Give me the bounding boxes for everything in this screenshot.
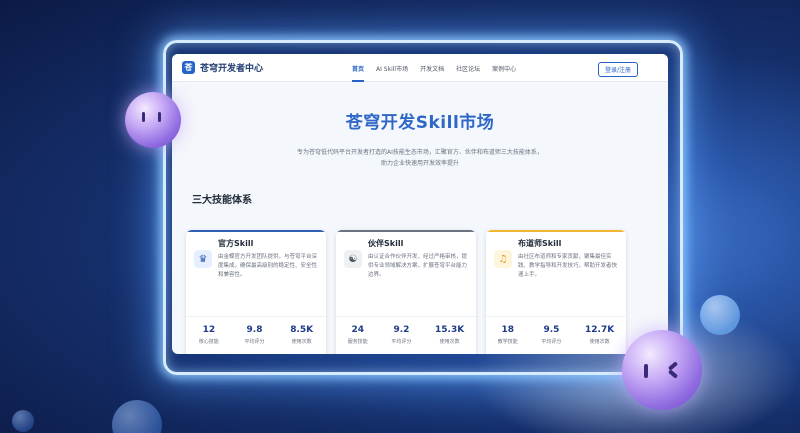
stat-value: 18 <box>501 325 515 335</box>
stat-item: 9.2 平均评分 <box>391 325 411 345</box>
card-title: 布道师Skill <box>518 239 562 248</box>
stat-label: 服务技能 <box>347 339 368 345</box>
mascot-right <box>622 330 702 410</box>
stat-label: 平均评分 <box>244 339 265 345</box>
stat-label: 平均评分 <box>541 339 562 345</box>
nav-link-forum[interactable]: 社区论坛 <box>456 64 480 73</box>
stat-value: 12.7K <box>585 325 615 335</box>
stat-item: 9.8 平均评分 <box>245 325 265 345</box>
mascot-eye <box>142 112 145 122</box>
nav-link-home[interactable]: 首页 <box>352 64 365 82</box>
card-title: 官方Skill <box>218 239 254 248</box>
megaphone-icon: ♫ <box>494 250 512 268</box>
stat-label: 使用次数 <box>291 339 312 345</box>
stat-value: 9.8 <box>246 325 263 335</box>
stat-item: 9.5 平均评分 <box>541 325 561 345</box>
decorative-bubble <box>12 410 34 432</box>
mascot-eye <box>667 369 679 379</box>
card-description: 由社区布道师和专家贡献，聚集最佳实践、教学指导和开发技巧，帮助开发者快速上手。 <box>518 254 618 278</box>
stat-label: 平均评分 <box>391 339 412 345</box>
card-description: 由认证合作伙伴开发，经过严格审核，提供专业领域解决方案，扩展苍穹平台能力边界。 <box>368 254 468 278</box>
top-navbar: 苍 苍穹开发者中心 首页 AI Skill市场 开发文档 社区论坛 案例中心 登… <box>172 54 668 82</box>
stat-item: 24 服务技能 <box>348 325 368 345</box>
stat-item: 18 教学技能 <box>498 325 518 345</box>
card-stats: 18 教学技能 9.5 平均评分 12.7K 使用次数 <box>486 316 626 345</box>
skill-card-official[interactable]: ♛ 官方Skill 由金蝶官方开发团队提供，与苍穹平台深度集成，确保最高级别的稳… <box>186 230 326 354</box>
mascot-left <box>125 92 181 148</box>
stat-value: 24 <box>351 325 365 335</box>
skill-cards: ♛ 官方Skill 由金蝶官方开发团队提供，与苍穹平台深度集成，确保最高级别的稳… <box>186 230 656 354</box>
nav-link-docs[interactable]: 开发文档 <box>420 64 444 73</box>
nav-link-ai-skill-market[interactable]: AI Skill市场 <box>376 64 408 73</box>
brand-logo[interactable]: 苍 苍穹开发者中心 <box>182 61 263 74</box>
stat-item: 8.5K 使用次数 <box>290 325 313 345</box>
handshake-icon: ☯ <box>344 250 362 268</box>
stat-label: 核心技能 <box>198 339 219 345</box>
section-title: 三大技能体系 <box>192 195 252 206</box>
stat-value: 15.3K <box>435 325 465 335</box>
skill-card-evangelist[interactable]: ♫ 布道师Skill 由社区布道师和专家贡献，聚集最佳实践、教学指导和开发技巧，… <box>486 230 626 354</box>
card-title: 伙伴Skill <box>368 239 404 248</box>
app-screen: 苍 苍穹开发者中心 首页 AI Skill市场 开发文档 社区论坛 案例中心 登… <box>172 54 668 354</box>
stat-item: 12.7K 使用次数 <box>585 325 614 345</box>
hero-description: 专为苍穹低代码平台开发者打造的AI技能生态市场，汇聚官方、伙伴和布道师三大技能体… <box>297 149 543 167</box>
stat-value: 8.5K <box>290 325 314 335</box>
stat-item: 15.3K 使用次数 <box>435 325 464 345</box>
crown-icon: ♛ <box>194 250 212 268</box>
stat-item: 12 核心技能 <box>199 325 219 345</box>
stat-value: 9.2 <box>393 325 410 335</box>
stat-value: 9.5 <box>543 325 560 335</box>
stat-value: 12 <box>202 325 216 335</box>
nav-links: 首页 AI Skill市场 开发文档 社区论坛 案例中心 <box>352 54 516 82</box>
stat-label: 教学技能 <box>497 339 518 345</box>
card-description: 由金蝶官方开发团队提供，与苍穹平台深度集成，确保最高级别的稳定性、安全性和兼容性… <box>218 254 318 278</box>
login-register-button[interactable]: 登录/注册 <box>597 62 638 77</box>
nav-link-cases[interactable]: 案例中心 <box>492 64 516 73</box>
card-stats: 24 服务技能 9.2 平均评分 15.3K 使用次数 <box>336 316 476 345</box>
hero-title: 苍穹开发Skill市场 <box>345 113 495 133</box>
mascot-eye <box>158 112 161 122</box>
skill-card-partner[interactable]: ☯ 伙伴Skill 由认证合作伙伴开发，经过严格审核，提供专业领域解决方案，扩展… <box>336 230 476 354</box>
decorative-bubble <box>700 295 740 335</box>
mascot-eye <box>644 364 648 378</box>
stat-label: 使用次数 <box>439 339 460 345</box>
stat-label: 使用次数 <box>589 339 610 345</box>
card-stats: 12 核心技能 9.8 平均评分 8.5K 使用次数 <box>186 316 326 345</box>
decorative-bubble <box>112 400 162 433</box>
hero-section: 苍穹开发Skill市场 专为苍穹低代码平台开发者打造的AI技能生态市场，汇聚官方… <box>172 82 668 169</box>
brand-name: 苍穹开发者中心 <box>200 64 264 74</box>
logo-icon: 苍 <box>182 61 195 74</box>
